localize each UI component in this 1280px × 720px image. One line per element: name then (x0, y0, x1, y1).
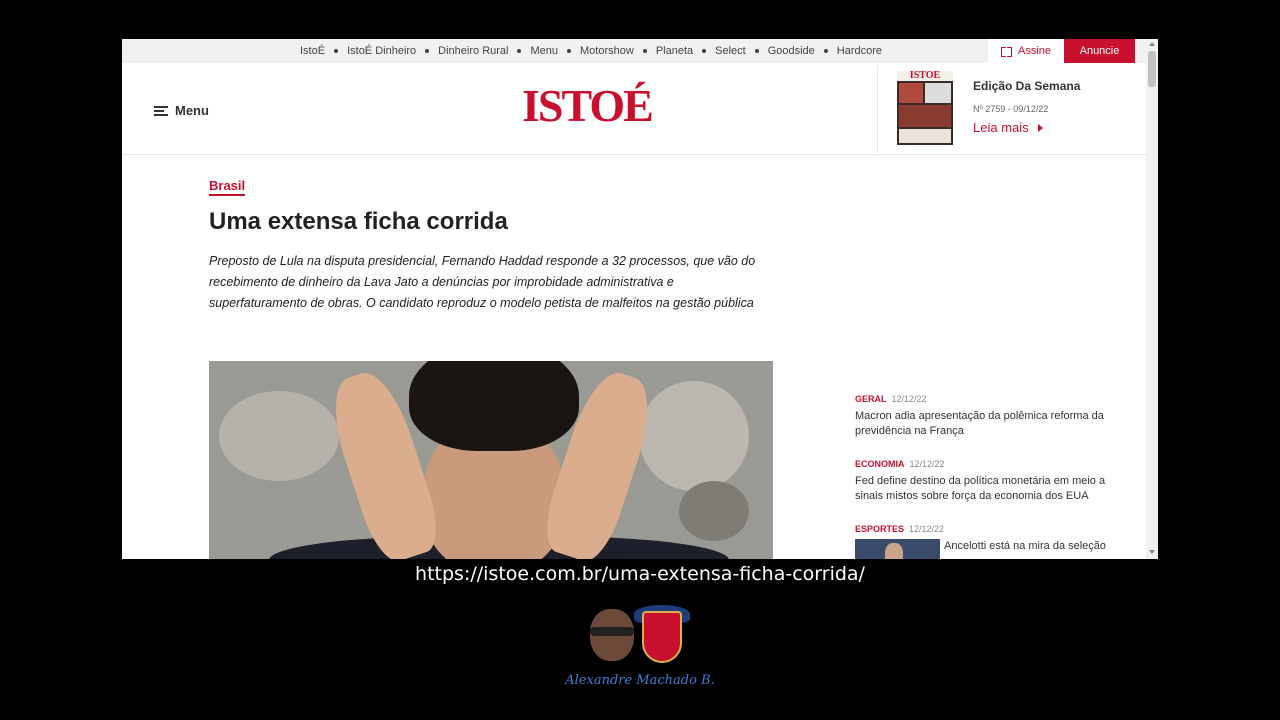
article-lead: Preposto de Lula na disputa presidencial… (209, 254, 756, 310)
network-topbar: IstoÉ IstoÉ Dinheiro Dinheiro Rural Menu… (122, 39, 1146, 63)
coat-of-arms-icon (642, 611, 682, 663)
nav-separator (823, 49, 828, 53)
nav-link-hardcore[interactable]: Hardcore (837, 45, 882, 57)
nav-link-goodside[interactable]: Goodside (768, 45, 815, 57)
news-thumbnail (855, 539, 940, 559)
news-meta: ECONOMIA 12/12/22 (855, 459, 1120, 469)
nav-link-dinheiro-rural[interactable]: Dinheiro Rural (438, 45, 508, 57)
edition-title: Edição Da Semana (973, 79, 1081, 93)
article-hero-image (209, 361, 773, 559)
nav-separator (334, 49, 339, 53)
nav-separator (702, 49, 707, 53)
header-divider (877, 65, 878, 153)
news-headline: Ancelotti está na mira da seleção (944, 540, 1107, 552)
nav-link-istoe-dinheiro[interactable]: IstoÉ Dinheiro (347, 45, 416, 57)
news-date: 12/12/22 (909, 459, 945, 469)
news-category: GERAL (855, 394, 887, 404)
nav-separator (517, 49, 522, 53)
page-scrollbar[interactable] (1146, 39, 1158, 559)
network-nav: IstoÉ IstoÉ Dinheiro Dinheiro Rural Menu… (300, 39, 882, 63)
sunglasses-icon (590, 627, 634, 636)
edition-number: Nº 2759 - 09/12/22 (973, 104, 1049, 114)
news-meta: ESPORTES 12/12/22 (855, 524, 1120, 534)
anuncie-button[interactable]: Anuncie (1064, 39, 1135, 63)
menu-button[interactable]: Menu (154, 103, 209, 118)
nav-separator (425, 49, 430, 53)
read-more-link[interactable]: Leia mais (973, 120, 1043, 135)
news-category: ESPORTES (855, 524, 905, 534)
nav-separator (567, 49, 572, 53)
news-headline: Macron adia apresentação da polêmica ref… (855, 410, 1104, 437)
nav-link-menu[interactable]: Menu (530, 45, 558, 57)
news-date: 12/12/22 (909, 524, 945, 534)
url-caption: https://istoe.com.br/uma-extensa-ficha-c… (415, 563, 865, 585)
caret-right-icon (1037, 123, 1043, 132)
sidebar-news-item[interactable]: ESPORTES 12/12/22 Ancelotti está na mira … (855, 524, 1120, 559)
article-title: Uma extensa ficha corrida (209, 208, 508, 235)
nav-separator (754, 49, 759, 53)
sidebar-news-item[interactable]: GERAL 12/12/22 Macron adia apresentação d… (855, 394, 1120, 439)
site-header: Menu ISTOÉ ISTOÉ Edição Da Semana Nº 275… (122, 63, 1146, 155)
nav-link-select[interactable]: Select (715, 45, 746, 57)
cover-masthead: ISTOÉ (897, 71, 953, 81)
sidebar-news-item[interactable]: ECONOMIA 12/12/22 Fed define destino da p… (855, 459, 1120, 504)
article-category[interactable]: Brasil (209, 178, 246, 196)
magazine-cover-thumbnail[interactable]: ISTOÉ (897, 71, 953, 145)
menu-label: Menu (175, 103, 209, 118)
scroll-up-arrow-icon[interactable] (1149, 42, 1155, 46)
assine-button[interactable]: Assine (988, 39, 1064, 63)
news-date: 12/12/22 (891, 394, 927, 404)
nav-link-istoe[interactable]: IstoÉ (300, 45, 325, 57)
nav-link-motorshow[interactable]: Motorshow (580, 45, 634, 57)
nav-link-planeta[interactable]: Planeta (656, 45, 693, 57)
read-more-label: Leia mais (973, 120, 1029, 135)
hamburger-icon (154, 105, 168, 116)
scroll-down-arrow-icon[interactable] (1149, 550, 1155, 554)
news-meta: GERAL 12/12/22 (855, 394, 1120, 404)
browser-viewport: IstoÉ IstoÉ Dinheiro Dinheiro Rural Menu… (122, 39, 1158, 559)
scrollbar-thumb[interactable] (1148, 51, 1156, 87)
signature: Alexandre Machado B. (565, 673, 715, 688)
book-icon (1000, 46, 1012, 57)
anuncie-label: Anuncie (1079, 45, 1120, 57)
channel-watermark: Alexandre Machado B. (560, 603, 720, 693)
news-headline: Fed define destino da política monetária… (855, 475, 1106, 502)
news-category: ECONOMIA (855, 459, 905, 469)
nav-separator (642, 49, 647, 53)
assine-label: Assine (1017, 45, 1052, 57)
site-logo[interactable]: ISTOÉ (522, 83, 654, 129)
